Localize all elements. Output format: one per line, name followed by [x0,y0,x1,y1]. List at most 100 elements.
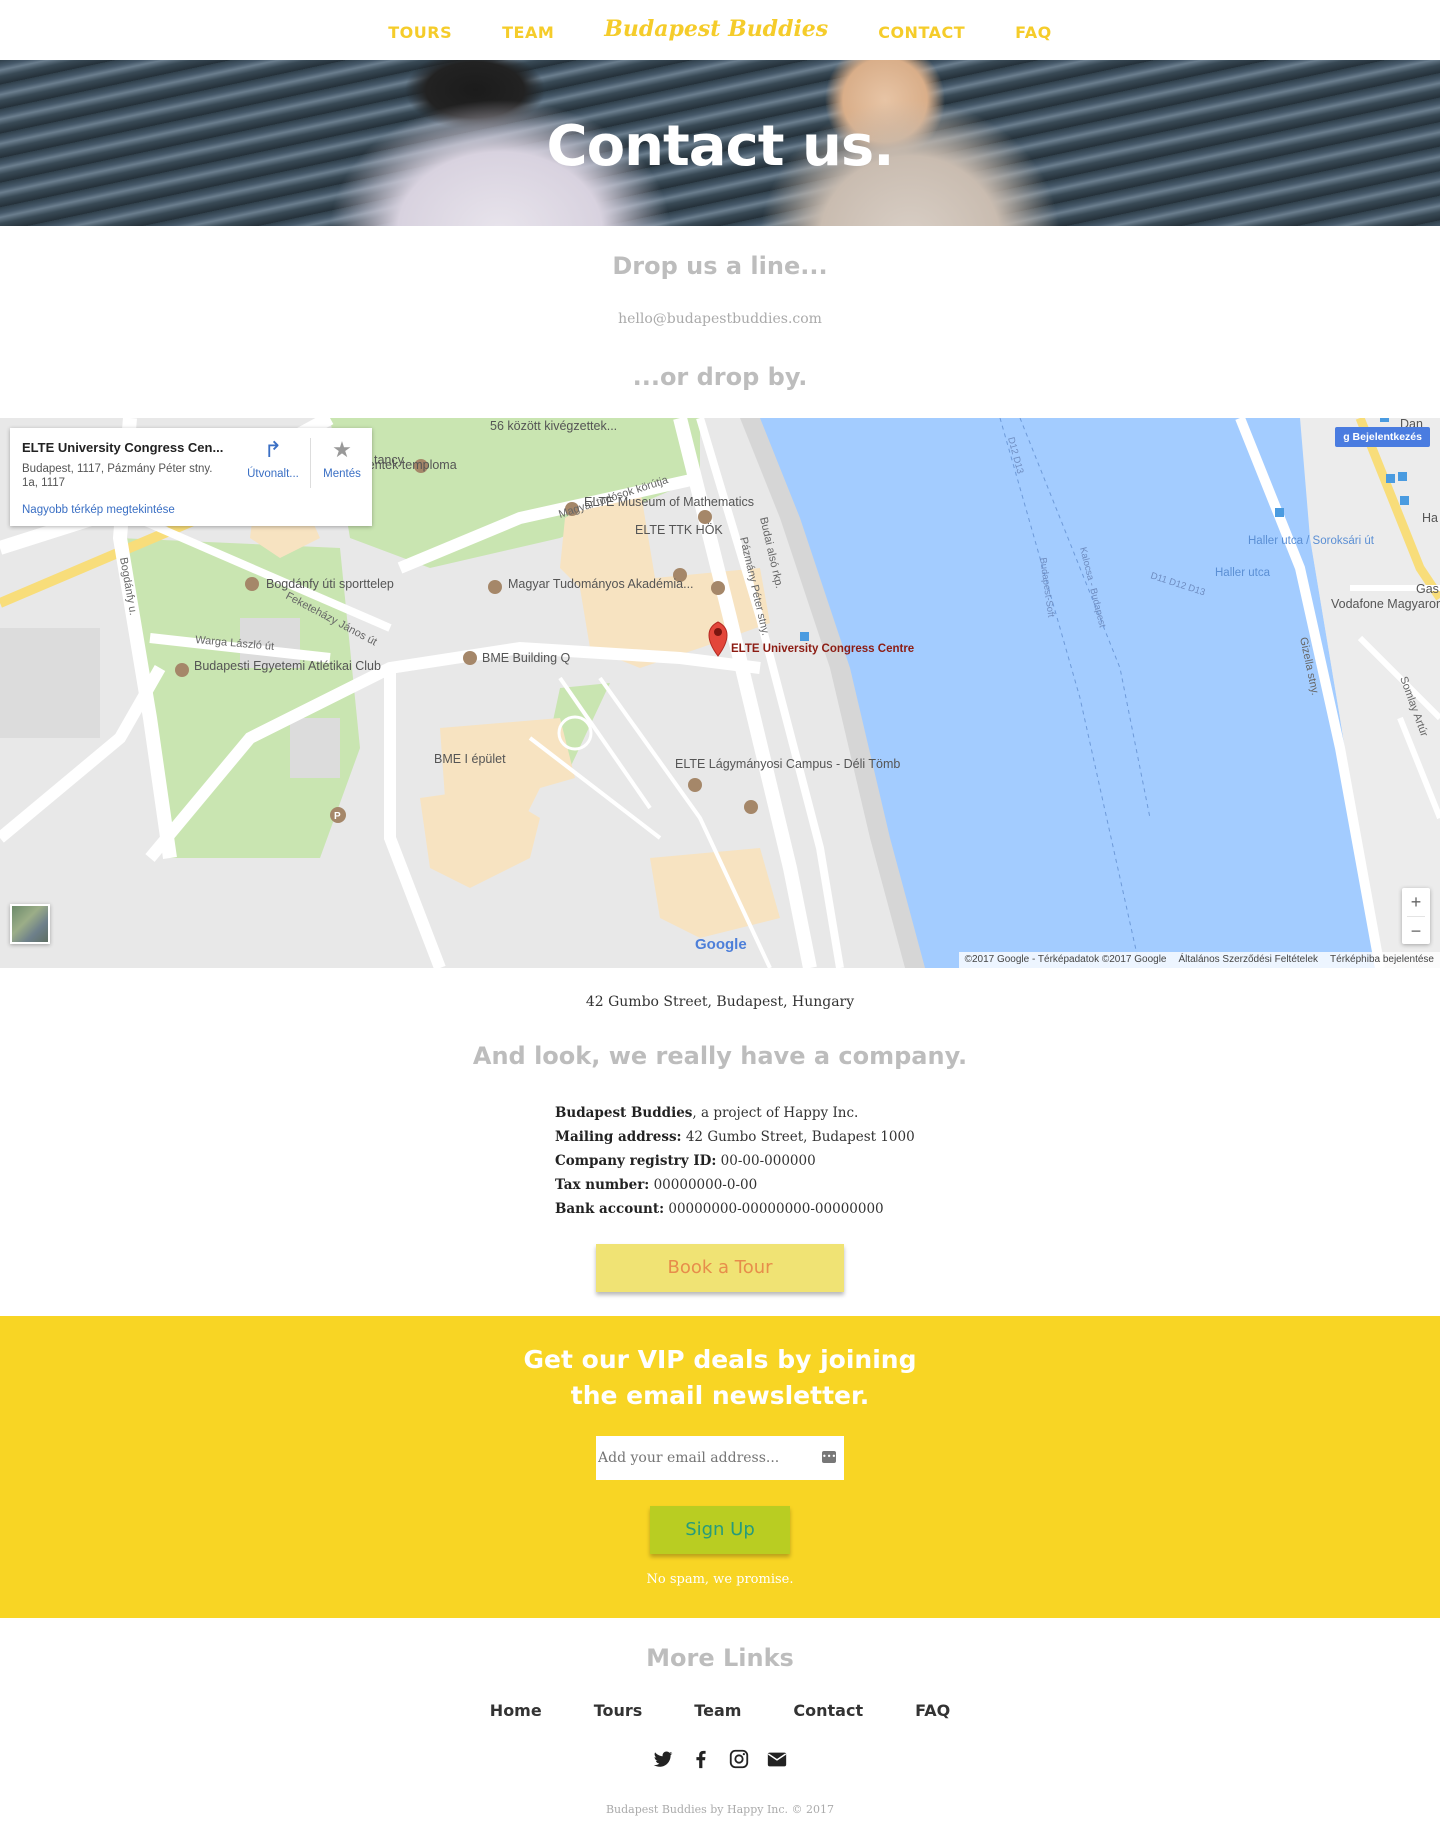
envelope-icon[interactable] [766,1748,788,1770]
newsletter-title: Get our VIP deals by joining the email n… [0,1342,1440,1414]
company-heading: And look, we really have a company. [472,1042,968,1070]
map-save-button[interactable]: ★ Mentés [320,437,364,481]
map-label-elte-congress: ELTE University Congress Centre [731,643,914,655]
embedded-map[interactable]: 56 között kivégzettek... tancy Magyar Sz… [0,418,1440,968]
poi-bus-icon [1386,474,1395,483]
footer-link-team[interactable]: Team [694,1701,741,1720]
map-label-bme-i: BME I épület [434,752,506,766]
bank-label: Bank account: [555,1201,665,1217]
poi-sport-icon [245,577,259,591]
drop-line-heading: Drop us a line... [612,252,828,280]
zoom-in-button[interactable]: + [1402,888,1430,916]
map-label-mta: Magyar Tudományos Akadémia... [508,577,694,591]
map-copyright: ©2017 Google - Térképadatok ©2017 Google [964,954,1167,965]
contact-email-link[interactable]: hello@budapestbuddies.com [0,311,1440,327]
poi-building-icon [744,800,758,814]
nav-link-tours[interactable]: TOURS [388,23,452,42]
zoom-out-button[interactable]: − [1402,917,1430,945]
poi-congress-icon [711,581,725,595]
no-spam-note: No spam, we promise. [646,1572,794,1587]
instagram-icon[interactable] [728,1748,750,1770]
map-label-haller-soroksari: Haller utca / Soroksári út [1248,535,1375,547]
map-label-bea-club: Budapesti Egyetemi Atlétikai Club [194,659,381,673]
copyright-text: Budapest Buddies by Happy Inc. © 2017 [605,1803,835,1816]
map-label-kivegzettek: 56 között kivégzettek... [490,419,617,433]
footer-link-faq[interactable]: FAQ [915,1701,950,1720]
poi-mta-icon [488,580,502,594]
company-details: Budapest Buddies, a project of Happy Inc… [555,1101,955,1221]
newsletter-title-line1: Get our VIP deals by joining [523,1345,917,1374]
satellite-toggle[interactable] [10,904,50,944]
newsletter-email-input[interactable] [596,1436,844,1480]
map-label-bme-q: BME Building Q [482,651,571,665]
footer-link-home[interactable]: Home [490,1701,542,1720]
nav-link-contact[interactable]: CONTACT [878,23,965,42]
star-icon: ★ [332,437,352,462]
nav-link-faq[interactable]: FAQ [1015,23,1052,42]
brand-logo[interactable]: Budapest Buddies [604,16,828,42]
map-terms-link[interactable]: Általános Szerződési Feltételek [1179,952,1319,968]
more-links-heading: More Links [646,1644,794,1672]
map-directions-button[interactable]: ↱ Útvonalt... [238,437,308,481]
page-title: Contact us. [546,114,895,179]
map-place-address: Budapest, 1117, Pázmány Péter stny. 1a, … [22,463,213,489]
street-address: 42 Gumbo Street, Budapest, Hungary [585,994,855,1010]
map-label-elte-lagy: ELTE Lágymányosi Campus - Déli Tömb [675,757,900,771]
map-login-button[interactable]: g Bejelentkezés [1335,427,1430,447]
footer-link-tours[interactable]: Tours [594,1701,643,1720]
registry-value: 00-00-000000 [720,1153,816,1169]
poi-campus-icon [688,778,702,792]
hero-banner: Contact us. [0,60,1440,226]
footer-navigation: Home Tours Team Contact FAQ [0,1701,1440,1720]
map-label-haller-utca: Haller utca [1215,567,1271,579]
poi-hok-icon [698,510,712,524]
directions-icon: ↱ [263,437,283,462]
tax-value: 00000000-0-00 [653,1177,758,1193]
google-plus-icon: g [1343,431,1353,443]
company-name-value: , a project of Happy Inc. [692,1105,859,1121]
company-name-row: Budapest Buddies, a project of Happy Inc… [555,1101,955,1125]
map-zoom-control: + − [1402,888,1430,944]
bank-value: 00000000-00000000-00000000 [668,1201,884,1217]
tax-row: Tax number: 00000000-0-00 [555,1173,955,1197]
company-name-label: Budapest Buddies [555,1105,693,1121]
drop-by-heading: ...or drop by. [632,363,808,391]
nav-links: TOURS TEAM Budapest Buddies CONTACT FAQ [388,16,1052,42]
mailing-address-value: 42 Gumbo Street, Budapest 1000 [685,1129,915,1145]
bank-row: Bank account: 00000000-00000000-00000000 [555,1197,955,1221]
map-directions-label: Útvonalt... [247,468,299,480]
poi-bus-icon [1275,508,1284,517]
sign-up-button[interactable]: Sign Up [650,1506,790,1554]
mailing-address-row: Mailing address: 42 Gumbo Street, Budape… [555,1125,955,1149]
top-navigation: TOURS TEAM Budapest Buddies CONTACT FAQ [0,0,1440,60]
poi-club-icon [175,663,189,677]
map-larger-link[interactable]: Nagyobb térkép megtekintése [22,504,175,516]
map-label-bogdanfy-sport: Bogdánfy úti sporttelep [266,577,394,591]
book-tour-button[interactable]: Book a Tour [596,1244,844,1292]
map-label-elte-ttk: ELTE TTK HÖK [635,523,723,537]
footer-link-contact[interactable]: Contact [793,1701,863,1720]
poi-bme-q-icon [463,651,477,665]
nav-link-team[interactable]: TEAM [502,23,554,42]
twitter-icon[interactable] [652,1748,674,1770]
newsletter-section: Get our VIP deals by joining the email n… [0,1316,1440,1618]
map-report-link[interactable]: Térképhiba bejelentése [1330,952,1434,968]
google-logo: Google [695,936,747,953]
poi-bus-icon [1398,472,1407,481]
poi-bus-icon [800,632,809,641]
poi-bus-icon [1380,418,1389,422]
newsletter-title-line2: the email newsletter. [570,1381,870,1410]
map-save-label: Mentés [323,468,361,480]
mailing-address-label: Mailing address: [555,1129,682,1145]
poi-bus-icon [1400,496,1409,505]
registry-row: Company registry ID: 00-00-000000 [555,1149,955,1173]
social-links [0,1748,1440,1770]
map-login-label: Bejelentkezés [1352,431,1422,443]
facebook-icon[interactable] [690,1748,712,1770]
registry-label: Company registry ID: [555,1153,717,1169]
autofill-icon[interactable]: ••• [822,1451,836,1463]
map-parking-label: P [334,811,341,822]
map-place-card: ELTE University Congress Cen... Budapest… [10,428,372,526]
map-place-title: ELTE University Congress Cen... [22,440,224,455]
tax-label: Tax number: [555,1177,650,1193]
